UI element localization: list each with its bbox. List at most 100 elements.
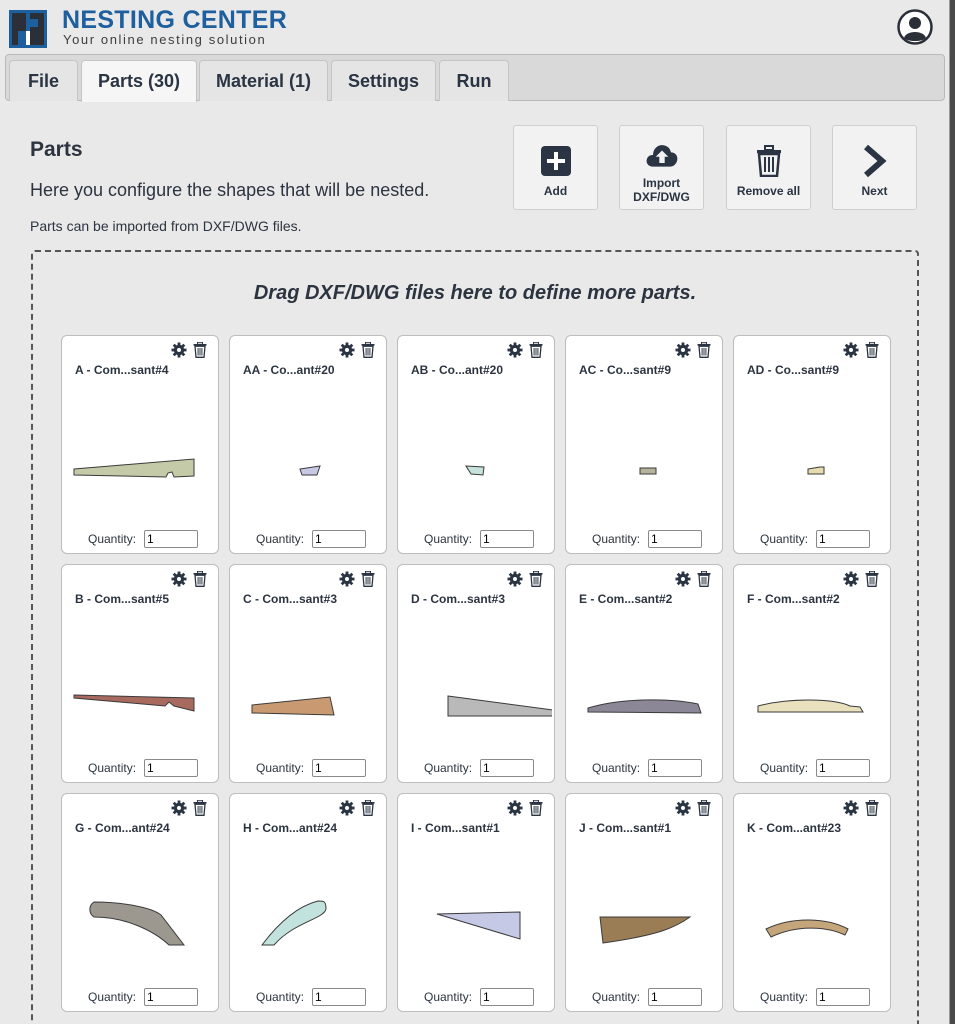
dxf-drop-zone[interactable]: Drag DXF/DWG files here to define more p… xyxy=(31,250,919,1024)
quantity-label: Quantity: xyxy=(760,990,809,1004)
quantity-input[interactable] xyxy=(480,988,534,1006)
tab-material[interactable]: Material (1) xyxy=(199,60,328,101)
part-settings-gear-icon[interactable] xyxy=(339,800,355,816)
quantity-input[interactable] xyxy=(144,759,198,777)
part-shape-preview xyxy=(436,911,521,940)
part-card[interactable]: AB - Co...ant#20 Quantity: xyxy=(397,335,555,554)
part-shape-preview xyxy=(89,901,186,946)
cloud-upload-icon xyxy=(646,145,677,167)
import-button-label: Import DXF/DWG xyxy=(633,176,690,204)
tab-run[interactable]: Run xyxy=(439,60,509,101)
part-settings-gear-icon[interactable] xyxy=(507,800,523,816)
quantity-input[interactable] xyxy=(312,759,366,777)
part-settings-gear-icon[interactable] xyxy=(843,800,859,816)
part-card[interactable]: B - Com...sant#5 Quantity: xyxy=(61,564,219,783)
part-delete-trash-icon[interactable] xyxy=(865,571,879,587)
tab-settings[interactable]: Settings xyxy=(331,60,436,101)
part-name: AC - Co...sant#9 xyxy=(579,363,672,377)
part-delete-trash-icon[interactable] xyxy=(361,342,375,358)
part-name: AB - Co...ant#20 xyxy=(411,363,504,377)
import-dxf-dwg-button[interactable]: Import DXF/DWG xyxy=(619,125,704,210)
part-settings-gear-icon[interactable] xyxy=(171,571,187,587)
quantity-input[interactable] xyxy=(480,759,534,777)
part-settings-gear-icon[interactable] xyxy=(507,571,523,587)
quantity-input[interactable] xyxy=(480,530,534,548)
part-delete-trash-icon[interactable] xyxy=(361,800,375,816)
next-button[interactable]: Next xyxy=(832,125,917,210)
part-shape-preview xyxy=(251,696,335,716)
part-card[interactable]: E - Com...sant#2 Quantity: xyxy=(565,564,723,783)
part-card[interactable]: K - Com...ant#23 Quantity: xyxy=(733,793,891,1012)
part-settings-gear-icon[interactable] xyxy=(339,571,355,587)
quantity-input[interactable] xyxy=(312,988,366,1006)
quantity-input[interactable] xyxy=(816,988,870,1006)
part-name: AD - Co...sant#9 xyxy=(747,363,840,377)
quantity-input[interactable] xyxy=(648,759,702,777)
part-settings-gear-icon[interactable] xyxy=(171,800,187,816)
part-delete-trash-icon[interactable] xyxy=(697,571,711,587)
part-delete-trash-icon[interactable] xyxy=(529,571,543,587)
part-delete-trash-icon[interactable] xyxy=(697,800,711,816)
section-title: Parts xyxy=(30,138,83,161)
part-shape-preview xyxy=(765,919,849,938)
part-shape-preview xyxy=(639,467,657,475)
quantity-input[interactable] xyxy=(816,530,870,548)
quantity-label: Quantity: xyxy=(424,990,473,1004)
drop-zone-text: Drag DXF/DWG files here to define more p… xyxy=(253,282,697,304)
part-shape-preview xyxy=(465,465,485,476)
part-delete-trash-icon[interactable] xyxy=(193,571,207,587)
part-settings-gear-icon[interactable] xyxy=(339,342,355,358)
part-card[interactable]: A - Com...sant#4 Quantity: xyxy=(61,335,219,554)
add-button-label: Add xyxy=(543,184,568,198)
part-settings-gear-icon[interactable] xyxy=(675,342,691,358)
quantity-label: Quantity: xyxy=(592,761,641,775)
part-delete-trash-icon[interactable] xyxy=(193,342,207,358)
part-card[interactable]: F - Com...sant#2 Quantity: xyxy=(733,564,891,783)
part-shape-preview xyxy=(260,900,327,946)
part-card[interactable]: C - Com...sant#3 Quantity: xyxy=(229,564,387,783)
part-card[interactable]: AD - Co...sant#9 Quantity: xyxy=(733,335,891,554)
part-delete-trash-icon[interactable] xyxy=(865,342,879,358)
part-settings-gear-icon[interactable] xyxy=(171,342,187,358)
part-card[interactable]: G - Com...ant#24 Quantity: xyxy=(61,793,219,1012)
quantity-label: Quantity: xyxy=(88,990,137,1004)
add-part-button[interactable]: Add xyxy=(513,125,598,210)
part-settings-gear-icon[interactable] xyxy=(675,800,691,816)
part-settings-gear-icon[interactable] xyxy=(507,342,523,358)
nesting-center-logo-icon xyxy=(9,10,47,48)
part-delete-trash-icon[interactable] xyxy=(361,571,375,587)
part-delete-trash-icon[interactable] xyxy=(697,342,711,358)
part-card[interactable]: AA - Co...ant#20 Quantity: xyxy=(229,335,387,554)
plus-square-icon xyxy=(540,146,571,176)
part-card[interactable]: H - Com...ant#24 Quantity: xyxy=(229,793,387,1012)
quantity-label: Quantity: xyxy=(424,532,473,546)
quantity-input[interactable] xyxy=(648,988,702,1006)
part-card[interactable]: AC - Co...sant#9 Quantity: xyxy=(565,335,723,554)
chevron-right-icon xyxy=(863,144,887,178)
part-delete-trash-icon[interactable] xyxy=(529,800,543,816)
part-name: F - Com...sant#2 xyxy=(747,592,840,606)
quantity-input[interactable] xyxy=(816,759,870,777)
part-settings-gear-icon[interactable] xyxy=(843,342,859,358)
part-name: E - Com...sant#2 xyxy=(579,592,673,606)
part-delete-trash-icon[interactable] xyxy=(529,342,543,358)
part-settings-gear-icon[interactable] xyxy=(843,571,859,587)
quantity-input[interactable] xyxy=(144,988,198,1006)
part-settings-gear-icon[interactable] xyxy=(675,571,691,587)
tab-file[interactable]: File xyxy=(9,60,78,101)
part-name: D - Com...sant#3 xyxy=(411,592,506,606)
quantity-input[interactable] xyxy=(648,530,702,548)
part-card[interactable]: J - Com...sant#1 Quantity: xyxy=(565,793,723,1012)
section-description: Here you configure the shapes that will … xyxy=(30,180,430,200)
quantity-input[interactable] xyxy=(312,530,366,548)
part-shape-preview xyxy=(599,916,692,944)
quantity-input[interactable] xyxy=(144,530,198,548)
part-card[interactable]: I - Com...sant#1 Quantity: xyxy=(397,793,555,1012)
part-delete-trash-icon[interactable] xyxy=(865,800,879,816)
part-card[interactable]: D - Com...sant#3 Quantity: xyxy=(397,564,555,783)
remove-all-button[interactable]: Remove all xyxy=(726,125,811,210)
tab-parts[interactable]: Parts (30) xyxy=(81,60,197,102)
part-delete-trash-icon[interactable] xyxy=(193,800,207,816)
part-name: C - Com...sant#3 xyxy=(243,592,338,606)
user-account-icon[interactable] xyxy=(897,9,933,45)
